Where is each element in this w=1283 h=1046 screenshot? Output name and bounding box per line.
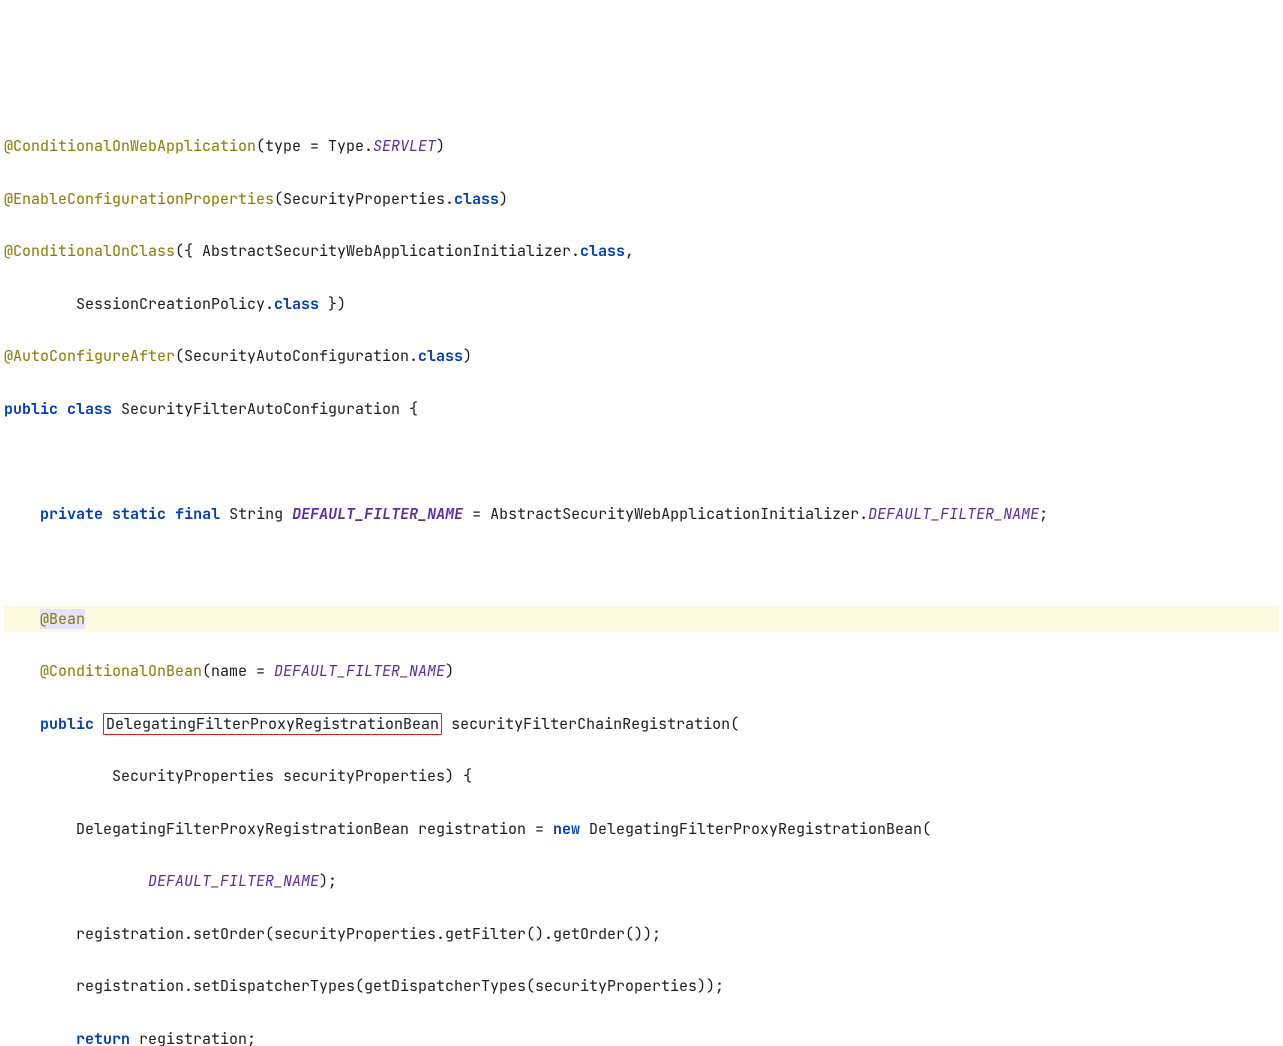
code-text: ) xyxy=(463,346,472,366)
code-line[interactable]: @EnableConfigurationProperties(SecurityP… xyxy=(4,186,1279,212)
code-line-highlighted[interactable]: @Bean xyxy=(4,606,1279,632)
keyword: class xyxy=(67,399,112,419)
code-text: registration.setOrder(securityProperties… xyxy=(76,924,661,944)
code-text: (SecurityAutoConfiguration. xyxy=(175,346,418,366)
keyword: class xyxy=(274,294,319,314)
code-editor[interactable]: @ConditionalOnWebApplication(type = Type… xyxy=(0,105,1283,1046)
code-text: String xyxy=(220,504,292,524)
keyword: public xyxy=(40,714,94,734)
code-text: ; xyxy=(1039,504,1048,524)
code-text: DelegatingFilterProxyRegistrationBean( xyxy=(580,819,931,839)
annotation: @AutoConfigureAfter xyxy=(4,346,175,366)
keyword: public xyxy=(4,399,58,419)
keyword: return xyxy=(76,1029,130,1046)
code-text: ) xyxy=(445,661,454,681)
code-text: = AbstractSecurityWebApplicationInitiali… xyxy=(463,504,868,524)
keyword: private xyxy=(40,504,103,524)
keyword: new xyxy=(553,819,580,839)
code-text: DelegatingFilterProxyRegistrationBean re… xyxy=(76,819,553,839)
keyword: static xyxy=(112,504,166,524)
code-text: securityFilterChainRegistration( xyxy=(442,714,739,734)
code-text: ) xyxy=(436,136,445,156)
indent xyxy=(4,661,40,681)
code-text: (name = xyxy=(202,661,274,681)
code-line[interactable]: registration.setDispatcherTypes(getDispa… xyxy=(4,973,1279,999)
code-line[interactable]: private static final String DEFAULT_FILT… xyxy=(4,501,1279,527)
code-line[interactable]: registration.setOrder(securityProperties… xyxy=(4,921,1279,947)
keyword: class xyxy=(454,189,499,209)
annotation: @ConditionalOnClass xyxy=(4,241,175,261)
code-text: SecurityFilterAutoConfiguration { xyxy=(112,399,418,419)
indent xyxy=(4,924,76,944)
highlighted-type-box: DelegatingFilterProxyRegistrationBean xyxy=(103,713,442,735)
indent xyxy=(4,819,76,839)
constant: SERVLET xyxy=(373,136,436,156)
code-line[interactable]: @ConditionalOnBean(name = DEFAULT_FILTER… xyxy=(4,658,1279,684)
code-text: }) xyxy=(319,294,346,314)
code-line[interactable]: @ConditionalOnClass({ AbstractSecurityWe… xyxy=(4,238,1279,264)
indent xyxy=(4,766,112,786)
code-text: , xyxy=(625,241,634,261)
indent xyxy=(4,976,76,996)
code-line[interactable]: SecurityProperties securityProperties) { xyxy=(4,763,1279,789)
keyword: class xyxy=(580,241,625,261)
annotation: @Bean xyxy=(40,609,85,629)
code-text: ) xyxy=(499,189,508,209)
keyword: class xyxy=(418,346,463,366)
code-text: ({ AbstractSecurityWebApplicationInitial… xyxy=(175,241,580,261)
code-line[interactable] xyxy=(4,553,1279,579)
constant: DEFAULT_FILTER_NAME xyxy=(274,661,445,681)
code-text: ); xyxy=(319,871,337,891)
indent xyxy=(4,504,40,524)
code-text: registration.setDispatcherTypes(getDispa… xyxy=(76,976,724,996)
indent xyxy=(4,609,40,629)
annotation: @ConditionalOnWebApplication xyxy=(4,136,256,156)
code-text: DelegatingFilterProxyRegistrationBean xyxy=(106,714,439,734)
code-line[interactable]: public DelegatingFilterProxyRegistration… xyxy=(4,711,1279,737)
code-line[interactable]: SessionCreationPolicy.class }) xyxy=(4,291,1279,317)
constant: DEFAULT_FILTER_NAME xyxy=(868,504,1039,524)
annotation: @ConditionalOnBean xyxy=(40,661,202,681)
code-text: registration; xyxy=(130,1029,256,1046)
annotation: @EnableConfigurationProperties xyxy=(4,189,274,209)
indent xyxy=(4,294,76,314)
code-line[interactable]: DEFAULT_FILTER_NAME); xyxy=(4,868,1279,894)
code-text: (type = Type. xyxy=(256,136,373,156)
code-line[interactable]: DelegatingFilterProxyRegistrationBean re… xyxy=(4,816,1279,842)
code-line[interactable]: @AutoConfigureAfter(SecurityAutoConfigur… xyxy=(4,343,1279,369)
constant: DEFAULT_FILTER_NAME xyxy=(148,871,319,891)
code-line[interactable]: @ConditionalOnWebApplication(type = Type… xyxy=(4,133,1279,159)
field-name: DEFAULT_FILTER_NAME xyxy=(292,504,463,524)
keyword: final xyxy=(175,504,220,524)
indent xyxy=(4,714,40,734)
code-line[interactable]: public class SecurityFilterAutoConfigura… xyxy=(4,396,1279,422)
code-line[interactable] xyxy=(4,448,1279,474)
code-text: SecurityProperties securityProperties) { xyxy=(112,766,472,786)
code-text: (SecurityProperties. xyxy=(274,189,454,209)
indent xyxy=(4,1029,76,1046)
code-text: SessionCreationPolicy. xyxy=(76,294,274,314)
indent xyxy=(4,871,148,891)
code-line[interactable]: return registration; xyxy=(4,1026,1279,1046)
